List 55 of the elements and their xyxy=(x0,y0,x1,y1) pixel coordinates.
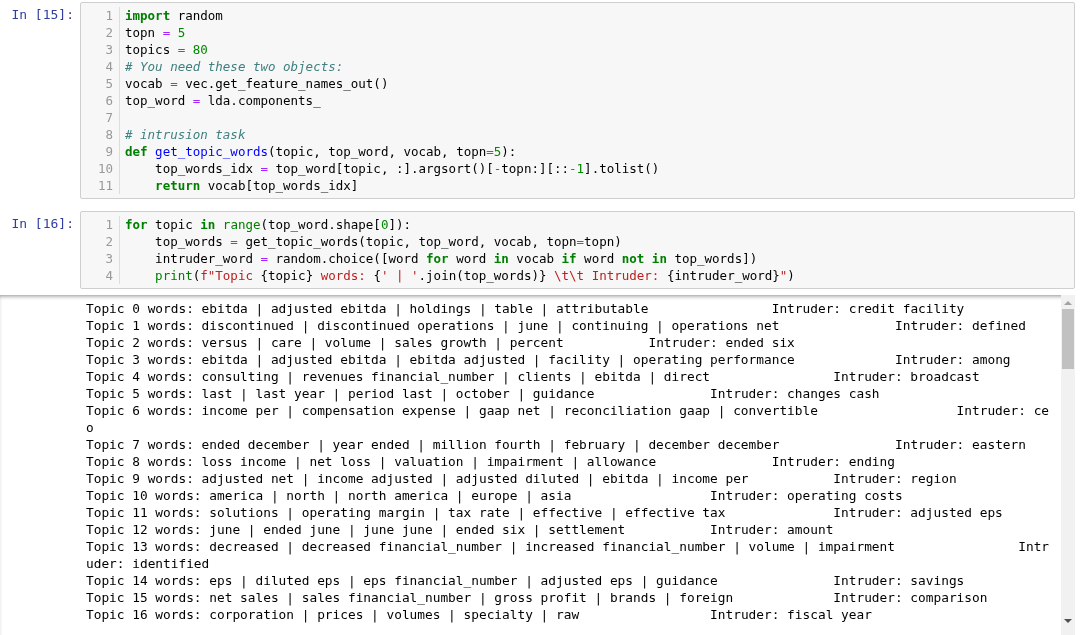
output-line: Topic 0 words: ebitda | adjusted ebitda | holdings | table | attributable Intruder: credit facility xyxy=(86,300,966,317)
code-line: top_word = lda.components_ xyxy=(125,92,322,109)
line-number: 3 xyxy=(104,250,113,267)
output-line: Topic 16 words: corporation | prices | volumes | specialty | raw Intruder: fiscal year xyxy=(86,606,873,623)
line-number: 1 xyxy=(104,7,113,24)
line-number: 6 xyxy=(104,92,113,109)
line-number: 1 xyxy=(104,216,113,233)
line-number: 2 xyxy=(104,233,113,250)
line-number: 7 xyxy=(104,109,113,126)
output-line: Topic 9 words: adjusted net | income adjusted | adjusted diluted | ebitda | income per Intruder: region xyxy=(86,470,958,487)
output-line: Topic 2 words: versus | care | volume | sales growth | percent Intruder: ended six xyxy=(86,334,796,351)
line-number: 10 xyxy=(96,160,113,177)
line-number: 5 xyxy=(104,75,113,92)
scroll-down-icon[interactable] xyxy=(1064,617,1072,625)
output-line: uder: identified xyxy=(86,555,211,572)
scrollbar-thumb[interactable] xyxy=(1062,309,1074,369)
line-number: 8 xyxy=(104,126,113,143)
line-number: 4 xyxy=(104,58,113,75)
code-line: import random xyxy=(125,7,224,24)
scrollbar[interactable] xyxy=(1061,295,1075,635)
cell-prompt: In [15]: xyxy=(10,6,75,22)
output-line: Topic 3 words: ebitda | adjusted ebitda | ebitda adjusted | facility | operating performance Intruder: among xyxy=(86,351,1012,368)
output-line: Topic 4 words: consulting | revenues financial_number | clients | ebitda | direct Intruder: broadcast xyxy=(86,368,981,385)
output-line: Topic 6 words: income per | compensation expense | gaap net | reconciliation gaap | convertible Intruder: ce xyxy=(86,402,1051,419)
code-line: vocab = vec.get_feature_names_out() xyxy=(125,75,390,92)
output-line: o xyxy=(86,419,95,436)
output-line: Topic 1 words: discontinued | discontinued operations | june | continuing | operations net Intruder: defined xyxy=(86,317,1027,334)
line-number: 3 xyxy=(104,41,113,58)
code-line: # intrusion task xyxy=(125,126,247,143)
code-line: print(f"Topic {topic} words: {' | '.join(top_words)} \t\t Intruder: {intruder_word}") xyxy=(154,267,795,284)
code-line: top_words_idx = top_word[topic, :].argsort()[-topn:][::-1].tolist() xyxy=(154,160,660,177)
cell-prompt: In [16]: xyxy=(10,215,75,231)
line-number: 4 xyxy=(104,267,113,284)
output-line: Topic 15 words: net sales | sales financial_number | gross profit | brands | foreign Intruder: comparison xyxy=(86,589,989,606)
code-line: topn = 5 xyxy=(125,24,187,41)
line-number: 11 xyxy=(96,177,113,194)
code-line: def get_topic_words(topic, top_word, vocab, topn=5): xyxy=(125,143,518,160)
line-number: 2 xyxy=(104,24,113,41)
output-line: Topic 8 words: loss income | net loss | valuation | impairment | allowance Intruder: ending xyxy=(86,453,896,470)
output-line: Topic 11 words: solutions | operating margin | tax rate | effective | effective tax Intruder: adjusted eps xyxy=(86,504,1004,521)
code-line: top_words = get_topic_words(topic, top_word, vocab, topn=topn) xyxy=(154,233,623,250)
output-line: Topic 7 words: ended december | year ended | million fourth | february | december december Intruder: eastern xyxy=(86,436,1027,453)
output-line: Topic 12 words: june | ended june | june june | ended six | settlement Intruder: amount xyxy=(86,521,835,538)
output-line: Topic 14 words: eps | diluted eps | eps financial_number | adjusted eps | guidance Intruder: savings xyxy=(86,572,966,589)
output-line: Topic 10 words: america | north | north america | europe | asia Intruder: operating costs xyxy=(86,487,904,504)
code-line: topics = 80 xyxy=(125,41,209,58)
code-line: return vocab[top_words_idx] xyxy=(154,177,360,194)
code-line: intruder_word = random.choice([word for word in vocab if word not in top_words]) xyxy=(154,250,759,267)
output-line: Topic 13 words: decreased | decreased financial_number | increased financial_number | volume | impairment Intr xyxy=(86,538,1051,555)
scroll-up-icon[interactable] xyxy=(1064,299,1072,307)
code-editor[interactable] xyxy=(80,211,1075,289)
code-line: # You need these two objects: xyxy=(125,58,345,75)
line-number: 9 xyxy=(104,143,113,160)
output-line: Topic 5 words: last | last year | period last | october | guidance Intruder: changes cash xyxy=(86,385,881,402)
code-line: for topic in range(top_word.shape[0]): xyxy=(125,216,412,233)
